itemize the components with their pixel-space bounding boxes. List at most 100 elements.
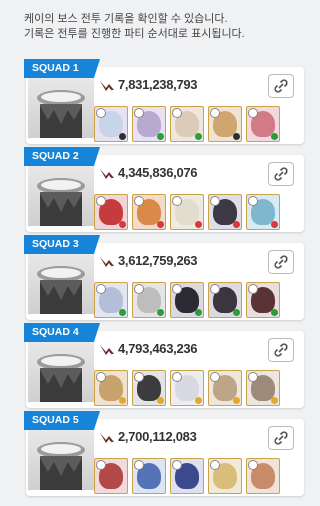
share-link-button[interactable] bbox=[268, 250, 294, 274]
unit-slot[interactable] bbox=[246, 106, 280, 142]
unit-slot[interactable] bbox=[208, 282, 242, 318]
element-icon bbox=[157, 133, 164, 140]
element-icon bbox=[271, 221, 278, 228]
squad-tag: SQUAD 1 bbox=[24, 59, 100, 78]
boss-portrait bbox=[28, 76, 94, 138]
unit-slot[interactable] bbox=[246, 370, 280, 406]
unit-slot[interactable] bbox=[94, 194, 128, 230]
element-icon bbox=[233, 133, 240, 140]
description: 케이의 보스 전투 기록을 확인할 수 있습니다. 기록은 전투를 진행한 파티… bbox=[24, 12, 304, 42]
link-icon bbox=[274, 343, 288, 357]
share-link-button[interactable] bbox=[268, 74, 294, 98]
unit-slot[interactable] bbox=[208, 194, 242, 230]
squad-tag: SQUAD 4 bbox=[24, 323, 100, 342]
element-icon bbox=[271, 397, 278, 404]
squad-card-3: SQUAD 3 3,612,759,263 bbox=[24, 235, 304, 320]
damage-icon bbox=[100, 168, 114, 179]
element-icon bbox=[157, 309, 164, 316]
share-link-button[interactable] bbox=[268, 426, 294, 450]
unit-slot[interactable] bbox=[132, 458, 166, 494]
squad-card-5: SQUAD 5 2,700,112,083 bbox=[24, 411, 304, 496]
unit-slot[interactable] bbox=[132, 370, 166, 406]
unit-slot[interactable] bbox=[132, 194, 166, 230]
class-icon bbox=[248, 108, 258, 118]
element-icon bbox=[195, 133, 202, 140]
damage-value: 3,612,759,263 bbox=[100, 253, 198, 268]
class-icon bbox=[172, 372, 182, 382]
squad-tag: SQUAD 5 bbox=[24, 411, 100, 430]
damage-icon bbox=[100, 80, 114, 91]
unit-slot[interactable] bbox=[246, 458, 280, 494]
element-icon bbox=[195, 221, 202, 228]
damage-value: 7,831,238,793 bbox=[100, 77, 198, 92]
class-icon bbox=[134, 108, 144, 118]
class-icon bbox=[248, 196, 258, 206]
element-icon bbox=[233, 397, 240, 404]
damage-text: 4,793,463,236 bbox=[118, 341, 198, 356]
damage-icon bbox=[100, 344, 114, 355]
description-line-1: 케이의 보스 전투 기록을 확인할 수 있습니다. bbox=[24, 13, 228, 25]
damage-value: 2,700,112,083 bbox=[100, 429, 197, 444]
squad-tag: SQUAD 2 bbox=[24, 147, 100, 166]
class-icon bbox=[134, 460, 144, 470]
damage-text: 3,612,759,263 bbox=[118, 253, 198, 268]
unit-slot[interactable] bbox=[132, 106, 166, 142]
unit-slot[interactable] bbox=[170, 458, 204, 494]
class-icon bbox=[96, 372, 106, 382]
class-icon bbox=[96, 108, 106, 118]
element-icon bbox=[157, 397, 164, 404]
link-icon bbox=[274, 255, 288, 269]
unit-slot[interactable] bbox=[246, 282, 280, 318]
link-icon bbox=[274, 431, 288, 445]
unit-slot[interactable] bbox=[94, 458, 128, 494]
class-icon bbox=[210, 284, 220, 294]
boss-portrait bbox=[28, 340, 94, 402]
damage-icon bbox=[100, 256, 114, 267]
element-icon bbox=[119, 397, 126, 404]
unit-slot[interactable] bbox=[170, 282, 204, 318]
damage-text: 2,700,112,083 bbox=[118, 429, 197, 444]
unit-slot[interactable] bbox=[94, 282, 128, 318]
unit-slot[interactable] bbox=[94, 370, 128, 406]
class-icon bbox=[210, 372, 220, 382]
class-icon bbox=[134, 196, 144, 206]
class-icon bbox=[248, 372, 258, 382]
unit-slot[interactable] bbox=[208, 370, 242, 406]
squad-tag: SQUAD 3 bbox=[24, 235, 100, 254]
party-units bbox=[94, 458, 280, 494]
element-icon bbox=[195, 397, 202, 404]
class-icon bbox=[134, 372, 144, 382]
element-icon bbox=[119, 221, 126, 228]
description-line-2: 기록은 전투를 진행한 파티 순서대로 표시됩니다. bbox=[24, 28, 245, 40]
party-units bbox=[94, 194, 280, 230]
element-icon bbox=[157, 221, 164, 228]
share-link-button[interactable] bbox=[268, 338, 294, 362]
element-icon bbox=[271, 309, 278, 316]
class-icon bbox=[172, 460, 182, 470]
squad-card-1: SQUAD 1 7,831,238,793 bbox=[24, 59, 304, 144]
share-link-button[interactable] bbox=[268, 162, 294, 186]
unit-slot[interactable] bbox=[170, 106, 204, 142]
damage-text: 7,831,238,793 bbox=[118, 77, 198, 92]
unit-slot[interactable] bbox=[132, 282, 166, 318]
unit-slot[interactable] bbox=[170, 370, 204, 406]
boss-portrait bbox=[28, 164, 94, 226]
unit-slot[interactable] bbox=[208, 458, 242, 494]
damage-icon bbox=[100, 432, 114, 443]
class-icon bbox=[248, 460, 258, 470]
party-units bbox=[94, 106, 280, 142]
squad-card-2: SQUAD 2 4,345,836,076 bbox=[24, 147, 304, 232]
element-icon bbox=[271, 133, 278, 140]
class-icon bbox=[248, 284, 258, 294]
class-icon bbox=[210, 460, 220, 470]
class-icon bbox=[172, 284, 182, 294]
unit-slot[interactable] bbox=[170, 194, 204, 230]
element-icon bbox=[233, 221, 240, 228]
unit-slot[interactable] bbox=[94, 106, 128, 142]
boss-portrait bbox=[28, 252, 94, 314]
class-icon bbox=[172, 108, 182, 118]
unit-slot[interactable] bbox=[246, 194, 280, 230]
unit-slot[interactable] bbox=[208, 106, 242, 142]
element-icon bbox=[195, 309, 202, 316]
class-icon bbox=[210, 196, 220, 206]
